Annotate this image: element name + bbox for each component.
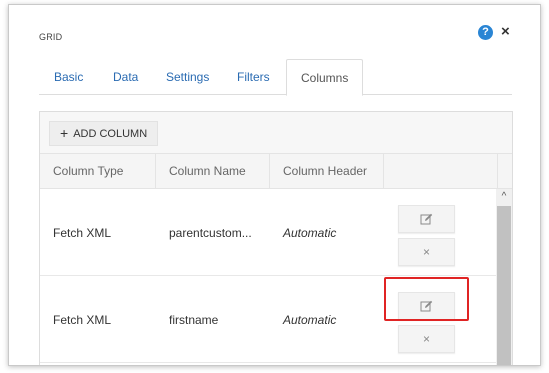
cell-column-header: Automatic xyxy=(283,313,337,327)
dialog-title: GRID xyxy=(39,32,63,42)
delete-column-button[interactable]: × xyxy=(398,238,455,266)
table-row: Fetch XML parentcustom... Automatic × xyxy=(40,190,496,276)
tab-columns[interactable]: Columns xyxy=(286,59,364,96)
edit-icon xyxy=(420,213,433,225)
highlight-annotation xyxy=(384,277,469,321)
table-header: Column Type Column Name Column Header xyxy=(40,154,512,189)
close-icon[interactable]: × xyxy=(501,24,510,39)
add-column-button[interactable]: + ADD COLUMN xyxy=(49,121,159,146)
plus-icon: + xyxy=(60,125,69,141)
columns-panel: + ADD COLUMN Column Type Column Name Colu… xyxy=(39,111,513,365)
columns-toolbar: + ADD COLUMN xyxy=(40,112,512,154)
tab-data[interactable]: Data xyxy=(113,59,138,95)
tab-filters[interactable]: Filters xyxy=(237,59,270,95)
cell-column-type: Fetch XML xyxy=(53,313,112,327)
header-column-name[interactable]: Column Name xyxy=(156,154,270,189)
tab-basic[interactable]: Basic xyxy=(54,59,83,95)
cell-column-header: Automatic xyxy=(283,226,337,240)
close-icon: × xyxy=(422,245,430,259)
edit-column-button[interactable] xyxy=(398,205,455,233)
cell-column-name: firstname xyxy=(169,313,219,327)
cell-column-type: Fetch XML xyxy=(53,226,112,240)
help-icon[interactable]: ? xyxy=(478,25,493,40)
header-column-type[interactable]: Column Type xyxy=(40,154,156,189)
delete-column-button[interactable]: × xyxy=(398,325,455,353)
close-icon: × xyxy=(422,332,430,346)
scroll-up-arrow-icon[interactable]: ^ xyxy=(496,189,512,205)
tab-settings[interactable]: Settings xyxy=(166,59,209,95)
add-column-label: ADD COLUMN xyxy=(73,128,148,140)
tab-bar: Basic Data Settings Filters Columns xyxy=(39,59,512,96)
header-actions xyxy=(384,154,498,189)
header-column-header[interactable]: Column Header xyxy=(270,154,384,189)
vertical-scrollbar[interactable]: ^ xyxy=(496,189,512,365)
cell-column-name: parentcustom... xyxy=(169,226,252,240)
scroll-thumb[interactable] xyxy=(497,206,511,365)
